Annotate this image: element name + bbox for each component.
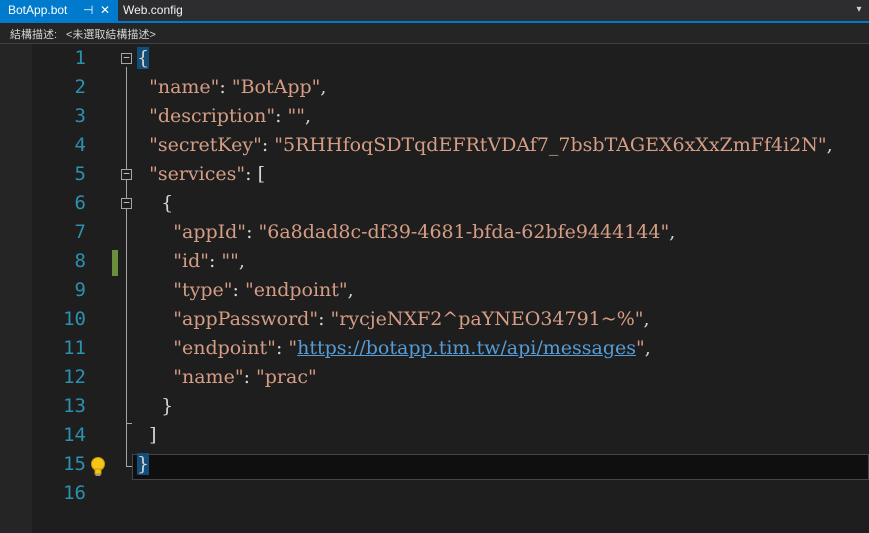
json-value: "endpoint" bbox=[244, 279, 348, 301]
json-value: "" bbox=[221, 250, 239, 272]
json-value: "BotApp" bbox=[231, 76, 321, 98]
line-number: 16 bbox=[63, 482, 86, 504]
line-number: 2 bbox=[74, 76, 86, 98]
line-number: 1 bbox=[74, 47, 86, 69]
json-brace: } bbox=[137, 453, 150, 475]
code-line: 9 "type": "endpoint", bbox=[0, 276, 869, 305]
json-value: "5RHHfoqSDTqdEFRtVDAf7_7bsbTAGEX6xXxZmFf… bbox=[274, 134, 827, 156]
json-key: "appId" bbox=[173, 221, 247, 243]
line-number: 12 bbox=[63, 366, 86, 388]
line-number: 6 bbox=[74, 192, 86, 214]
code-line: 12 "name": "prac" bbox=[0, 363, 869, 392]
json-quote: " bbox=[288, 337, 298, 359]
schema-label: 結構描述: bbox=[10, 29, 58, 41]
json-value: "" bbox=[287, 105, 306, 127]
json-value: "prac" bbox=[256, 366, 317, 388]
pin-icon[interactable]: ⊣ bbox=[83, 0, 93, 21]
line-number: 4 bbox=[74, 134, 86, 156]
json-key: "endpoint" bbox=[173, 337, 276, 359]
code-line: 1 { bbox=[0, 44, 869, 73]
json-quote: " bbox=[635, 337, 645, 359]
tab-label: Web.config bbox=[123, 3, 183, 17]
code-line: 7 "appId": "6a8dad8c-df39-4681-bfda-62bf… bbox=[0, 218, 869, 247]
json-value: "6a8dad8c-df39-4681-bfda-62bfe9444144" bbox=[258, 221, 670, 243]
code-line: 11 "endpoint": "https://botapp.tim.tw/ap… bbox=[0, 334, 869, 363]
line-number: 11 bbox=[63, 337, 86, 359]
json-brace: { bbox=[137, 47, 150, 69]
line-number: 15 bbox=[63, 453, 86, 475]
line-number: 9 bbox=[74, 279, 86, 301]
json-bracket: ] bbox=[149, 424, 157, 446]
line-number: 13 bbox=[63, 395, 86, 417]
code-line: 4 "secretKey": "5RHHfoqSDTqdEFRtVDAf7_7b… bbox=[0, 131, 869, 160]
close-icon[interactable]: ✕ bbox=[100, 0, 110, 21]
json-value: "rycjeNXF2^paYNEO34791~%" bbox=[330, 308, 644, 330]
code-line: 6 { bbox=[0, 189, 869, 218]
json-key: "name" bbox=[149, 76, 220, 98]
tab-web-config[interactable]: Web.config bbox=[118, 0, 198, 21]
schema-combo[interactable]: <未選取結構描述> bbox=[66, 26, 156, 42]
tab-label: BotApp.bot bbox=[8, 3, 68, 17]
document-tab-strip: BotApp.bot ⊣ ✕ Web.config ▾ bbox=[0, 0, 869, 23]
schema-navigation-bar: 結構描述: <未選取結構描述> bbox=[0, 23, 869, 44]
tab-list-dropdown-icon[interactable]: ▾ bbox=[853, 2, 865, 18]
line-number: 3 bbox=[74, 105, 86, 127]
json-key: "appPassword" bbox=[173, 308, 319, 330]
line-number: 5 bbox=[74, 163, 86, 185]
json-key: "secretKey" bbox=[149, 134, 262, 156]
json-bracket: [ bbox=[257, 163, 265, 185]
code-line: 3 "description": "", bbox=[0, 102, 869, 131]
code-line: 13 } bbox=[0, 392, 869, 421]
code-line: 16 bbox=[0, 479, 869, 508]
line-number: 8 bbox=[74, 250, 86, 272]
json-key: "id" bbox=[173, 250, 209, 272]
endpoint-link[interactable]: https://botapp.tim.tw/api/messages bbox=[297, 337, 636, 359]
json-key: "type" bbox=[173, 279, 233, 301]
json-key: "description" bbox=[149, 105, 276, 127]
code-line: 10 "appPassword": "rycjeNXF2^paYNEO34791… bbox=[0, 305, 869, 334]
code-line: 15 } bbox=[0, 450, 869, 479]
json-key: "name" bbox=[173, 366, 244, 388]
code-line: 8 "id": "", bbox=[0, 247, 869, 276]
json-key: "services" bbox=[149, 163, 246, 185]
line-number: 7 bbox=[74, 221, 86, 243]
json-brace: } bbox=[161, 395, 174, 417]
code-editor[interactable]: − − − 1 { 2 "name": "BotApp", 3 "descrip… bbox=[0, 44, 869, 533]
line-number: 14 bbox=[63, 424, 86, 446]
line-number: 10 bbox=[63, 308, 86, 330]
code-line: 5 "services": [ bbox=[0, 160, 869, 189]
tab-botapp-bot[interactable]: BotApp.bot ⊣ ✕ bbox=[0, 0, 118, 21]
code-line: 14 ] bbox=[0, 421, 869, 450]
json-brace: { bbox=[161, 192, 174, 214]
code-line: 2 "name": "BotApp", bbox=[0, 73, 869, 102]
